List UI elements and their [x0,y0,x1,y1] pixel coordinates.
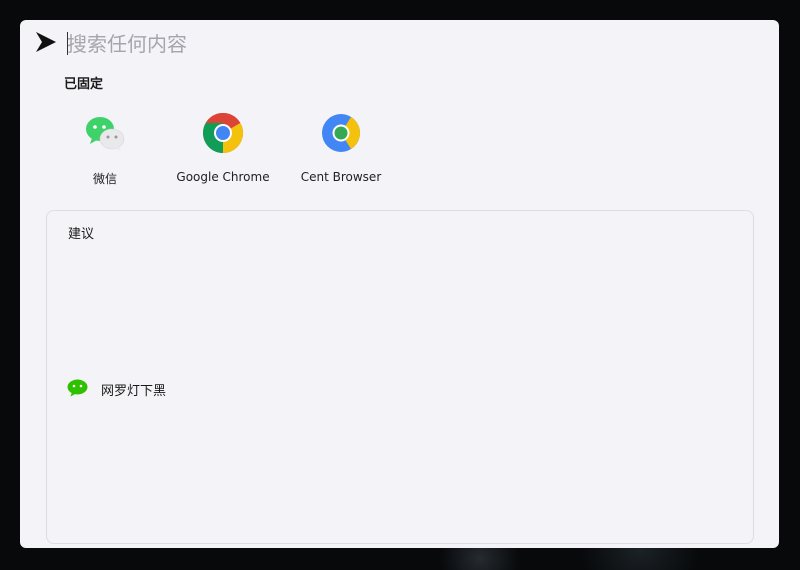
pinned-app-label: Google Chrome [176,170,270,184]
text-caret [67,32,68,55]
pinned-app-wechat[interactable]: 微信 [45,112,165,192]
chrome-icon [203,113,243,153]
cent-browser-icon [322,114,360,152]
suggestion-item[interactable]: 网罗灯下黑 [61,375,361,401]
pinned-app-google-chrome[interactable]: Google Chrome [163,112,283,192]
pinned-section-title: 已固定 [64,77,104,92]
suggestion-label: 网罗灯下黑 [101,384,167,399]
wechat-icon [67,379,88,397]
suggestions-title: 建议 [68,227,95,242]
wechat-icon [86,117,125,151]
pinned-app-cent-browser[interactable]: Cent Browser [281,112,401,192]
launcher-arrow-icon [36,32,56,52]
pinned-app-label: 微信 [92,172,117,186]
suggestions-panel: 建议 网罗灯下黑 [46,210,754,544]
search-bar [20,20,779,68]
pinned-app-label: Cent Browser [300,170,382,184]
search-input[interactable] [67,28,667,60]
app-launcher-window: 已固定 微信 Google Chrome [20,20,779,548]
